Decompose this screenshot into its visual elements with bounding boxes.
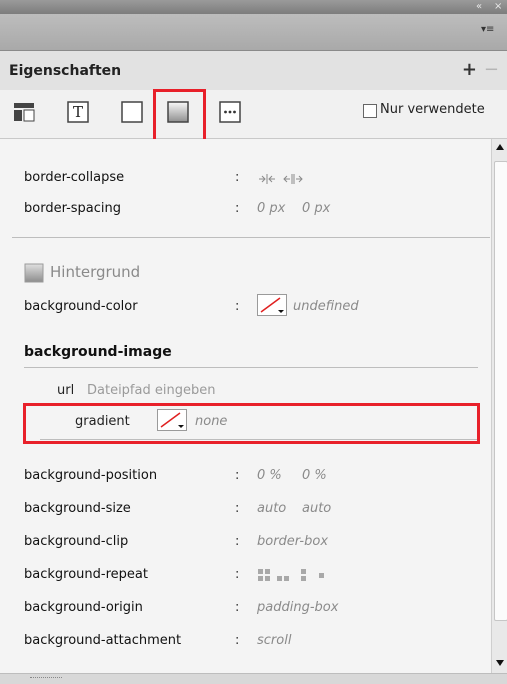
property-label: background-size (24, 501, 131, 516)
border-collapse-options[interactable] (257, 173, 312, 185)
panel-menu-strip: ▾≡ (0, 14, 507, 51)
panel-menu-icon[interactable]: ▾≡ (481, 24, 494, 35)
separator-colon: : (235, 468, 240, 483)
background-repeat-options[interactable] (257, 567, 337, 583)
svg-text:T: T (73, 103, 83, 121)
scroll-down-icon[interactable] (495, 659, 505, 667)
border-spacing-horizontal[interactable]: 0 px (257, 201, 285, 216)
background-origin-value[interactable]: padding-box (257, 600, 338, 615)
background-image-divider (24, 367, 478, 368)
close-icon[interactable]: × (494, 0, 502, 14)
add-property-button[interactable]: + (462, 59, 477, 80)
background-image-title: background-image (24, 344, 172, 360)
separator-colon: : (235, 299, 240, 314)
scroll-up-icon[interactable] (495, 143, 505, 151)
only-used-checkbox[interactable] (363, 104, 377, 118)
url-label: url (57, 383, 75, 398)
layout-icon[interactable] (12, 100, 36, 124)
property-label: background-repeat (24, 567, 148, 582)
properties-list: border-collapse : border-spacing : 0 px … (0, 139, 490, 673)
only-used-label: Nur verwendete (380, 102, 485, 117)
background-position-x[interactable]: 0 % (257, 468, 282, 483)
background-color-value[interactable]: undefined (293, 299, 359, 314)
background-size-width[interactable]: auto (257, 501, 286, 516)
category-toolbar: T Nur verwendete (0, 90, 507, 139)
property-label: background-position (24, 468, 158, 483)
background-tab-highlight (153, 89, 206, 146)
separator-colon: : (235, 567, 240, 582)
property-label: background-attachment (24, 633, 182, 648)
separator-colon: : (235, 633, 240, 648)
separator-colon: : (235, 170, 240, 185)
remove-property-button[interactable]: − (484, 59, 499, 80)
property-label: background-color (24, 299, 138, 314)
section-title-hintergrund: Hintergrund (50, 263, 141, 281)
property-label: background-origin (24, 600, 143, 615)
background-clip-value[interactable]: border-box (257, 534, 328, 549)
resize-grip-strip[interactable] (0, 673, 507, 684)
background-section-icon (24, 263, 44, 283)
scroll-thumb[interactable] (494, 161, 507, 621)
window-title-strip: « × (0, 0, 507, 14)
text-icon[interactable]: T (66, 100, 90, 124)
border-spacing-vertical[interactable]: 0 px (302, 201, 330, 216)
vertical-scrollbar[interactable] (491, 139, 507, 673)
separator-colon: : (235, 501, 240, 516)
background-attachment-value[interactable]: scroll (257, 633, 291, 648)
property-label: border-spacing (24, 201, 122, 216)
separator-colon: : (235, 201, 240, 216)
separator-colon: : (235, 534, 240, 549)
panel-header: Eigenschaften + − (0, 51, 507, 91)
color-swatch-icon (260, 297, 284, 313)
resize-grip-icon[interactable] (30, 677, 62, 681)
more-icon[interactable] (218, 100, 242, 124)
background-color-swatch[interactable] (257, 294, 287, 316)
section-divider (12, 237, 490, 238)
gradient-row-highlight (23, 403, 480, 444)
url-input[interactable]: Dateipfad eingeben (87, 383, 215, 398)
background-size-height[interactable]: auto (302, 501, 331, 516)
property-label: border-collapse (24, 170, 125, 185)
property-label: background-clip (24, 534, 129, 549)
panel-title: Eigenschaften (9, 63, 122, 79)
border-icon[interactable] (120, 100, 144, 124)
separator-colon: : (235, 600, 240, 615)
background-position-y[interactable]: 0 % (302, 468, 327, 483)
collapse-icon[interactable]: « (476, 0, 482, 14)
